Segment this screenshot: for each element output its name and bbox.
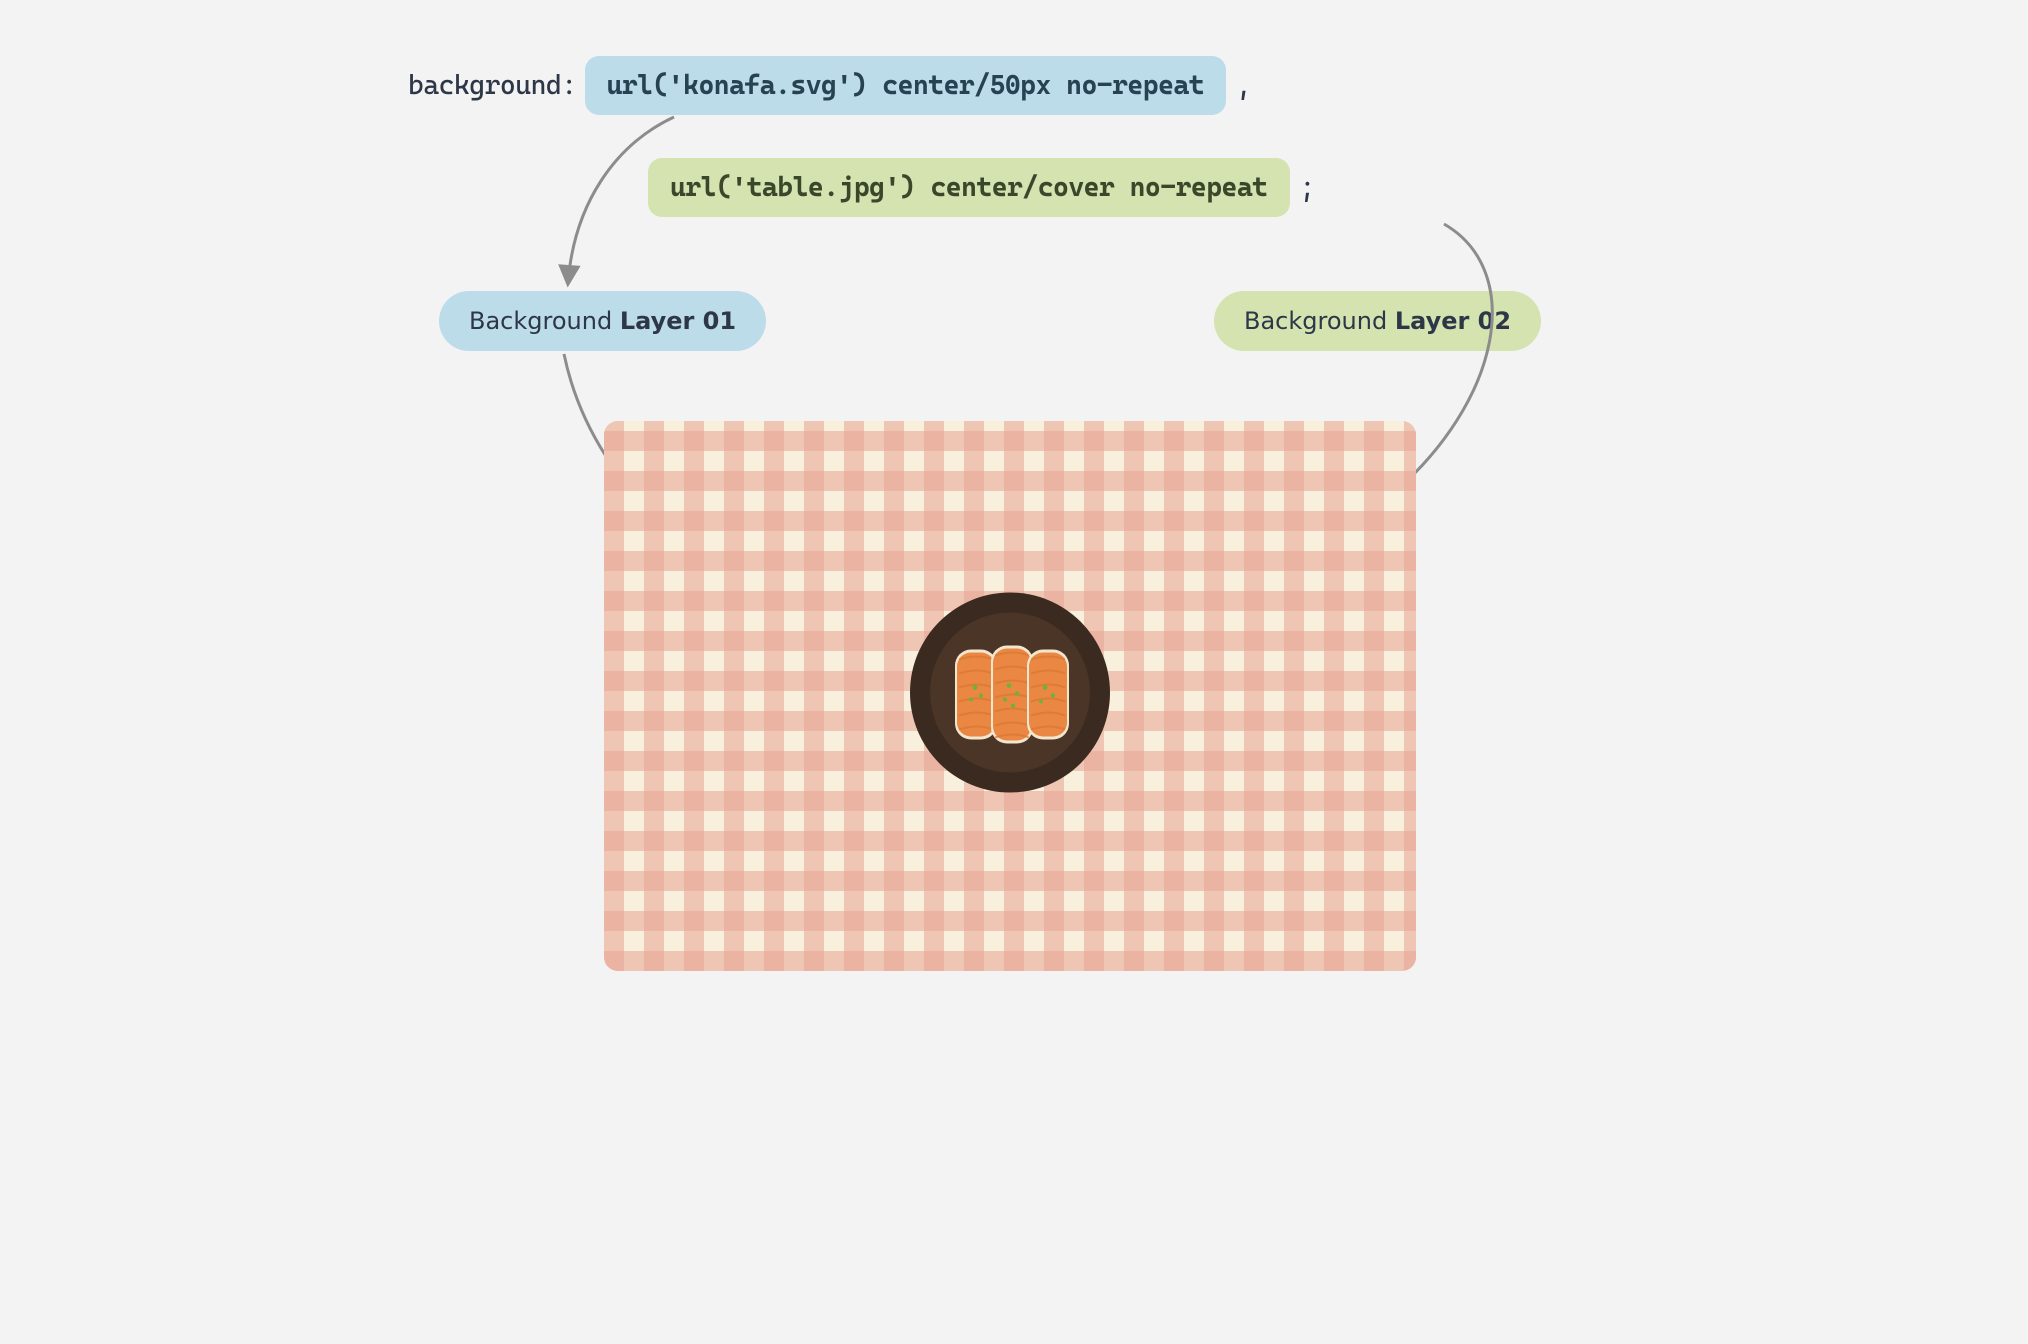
semicolon-punct: ;	[1298, 172, 1316, 203]
code-line-1: background: url('konafa.svg') center/50p…	[408, 56, 1252, 115]
layer-1-pill-prefix: Background	[469, 307, 620, 335]
css-property-label: background:	[408, 70, 577, 101]
layer-2-pill: Background Layer 02	[1214, 291, 1541, 351]
layer-1-pill-bold: Layer 01	[620, 307, 736, 335]
code-line-2: url('table.jpg') center/cover no-repeat …	[648, 158, 1315, 217]
diagram-stage: background: url('konafa.svg') center/50p…	[254, 0, 1774, 1008]
comma-punct: ,	[1234, 70, 1252, 101]
layer-2-pill-bold: Layer 02	[1395, 307, 1511, 335]
preview-box	[604, 421, 1416, 971]
konafa-plate-icon	[905, 588, 1115, 805]
code-chip-layer-2-text: url('table.jpg') center/cover no-repeat	[670, 172, 1268, 203]
code-chip-layer-2: url('table.jpg') center/cover no-repeat	[648, 158, 1290, 217]
code-chip-layer-1: url('konafa.svg') center/50px no-repeat	[585, 56, 1227, 115]
layer-1-pill: Background Layer 01	[439, 291, 766, 351]
layer-2-pill-prefix: Background	[1244, 307, 1395, 335]
code-chip-layer-1-text: url('konafa.svg') center/50px no-repeat	[607, 70, 1205, 101]
